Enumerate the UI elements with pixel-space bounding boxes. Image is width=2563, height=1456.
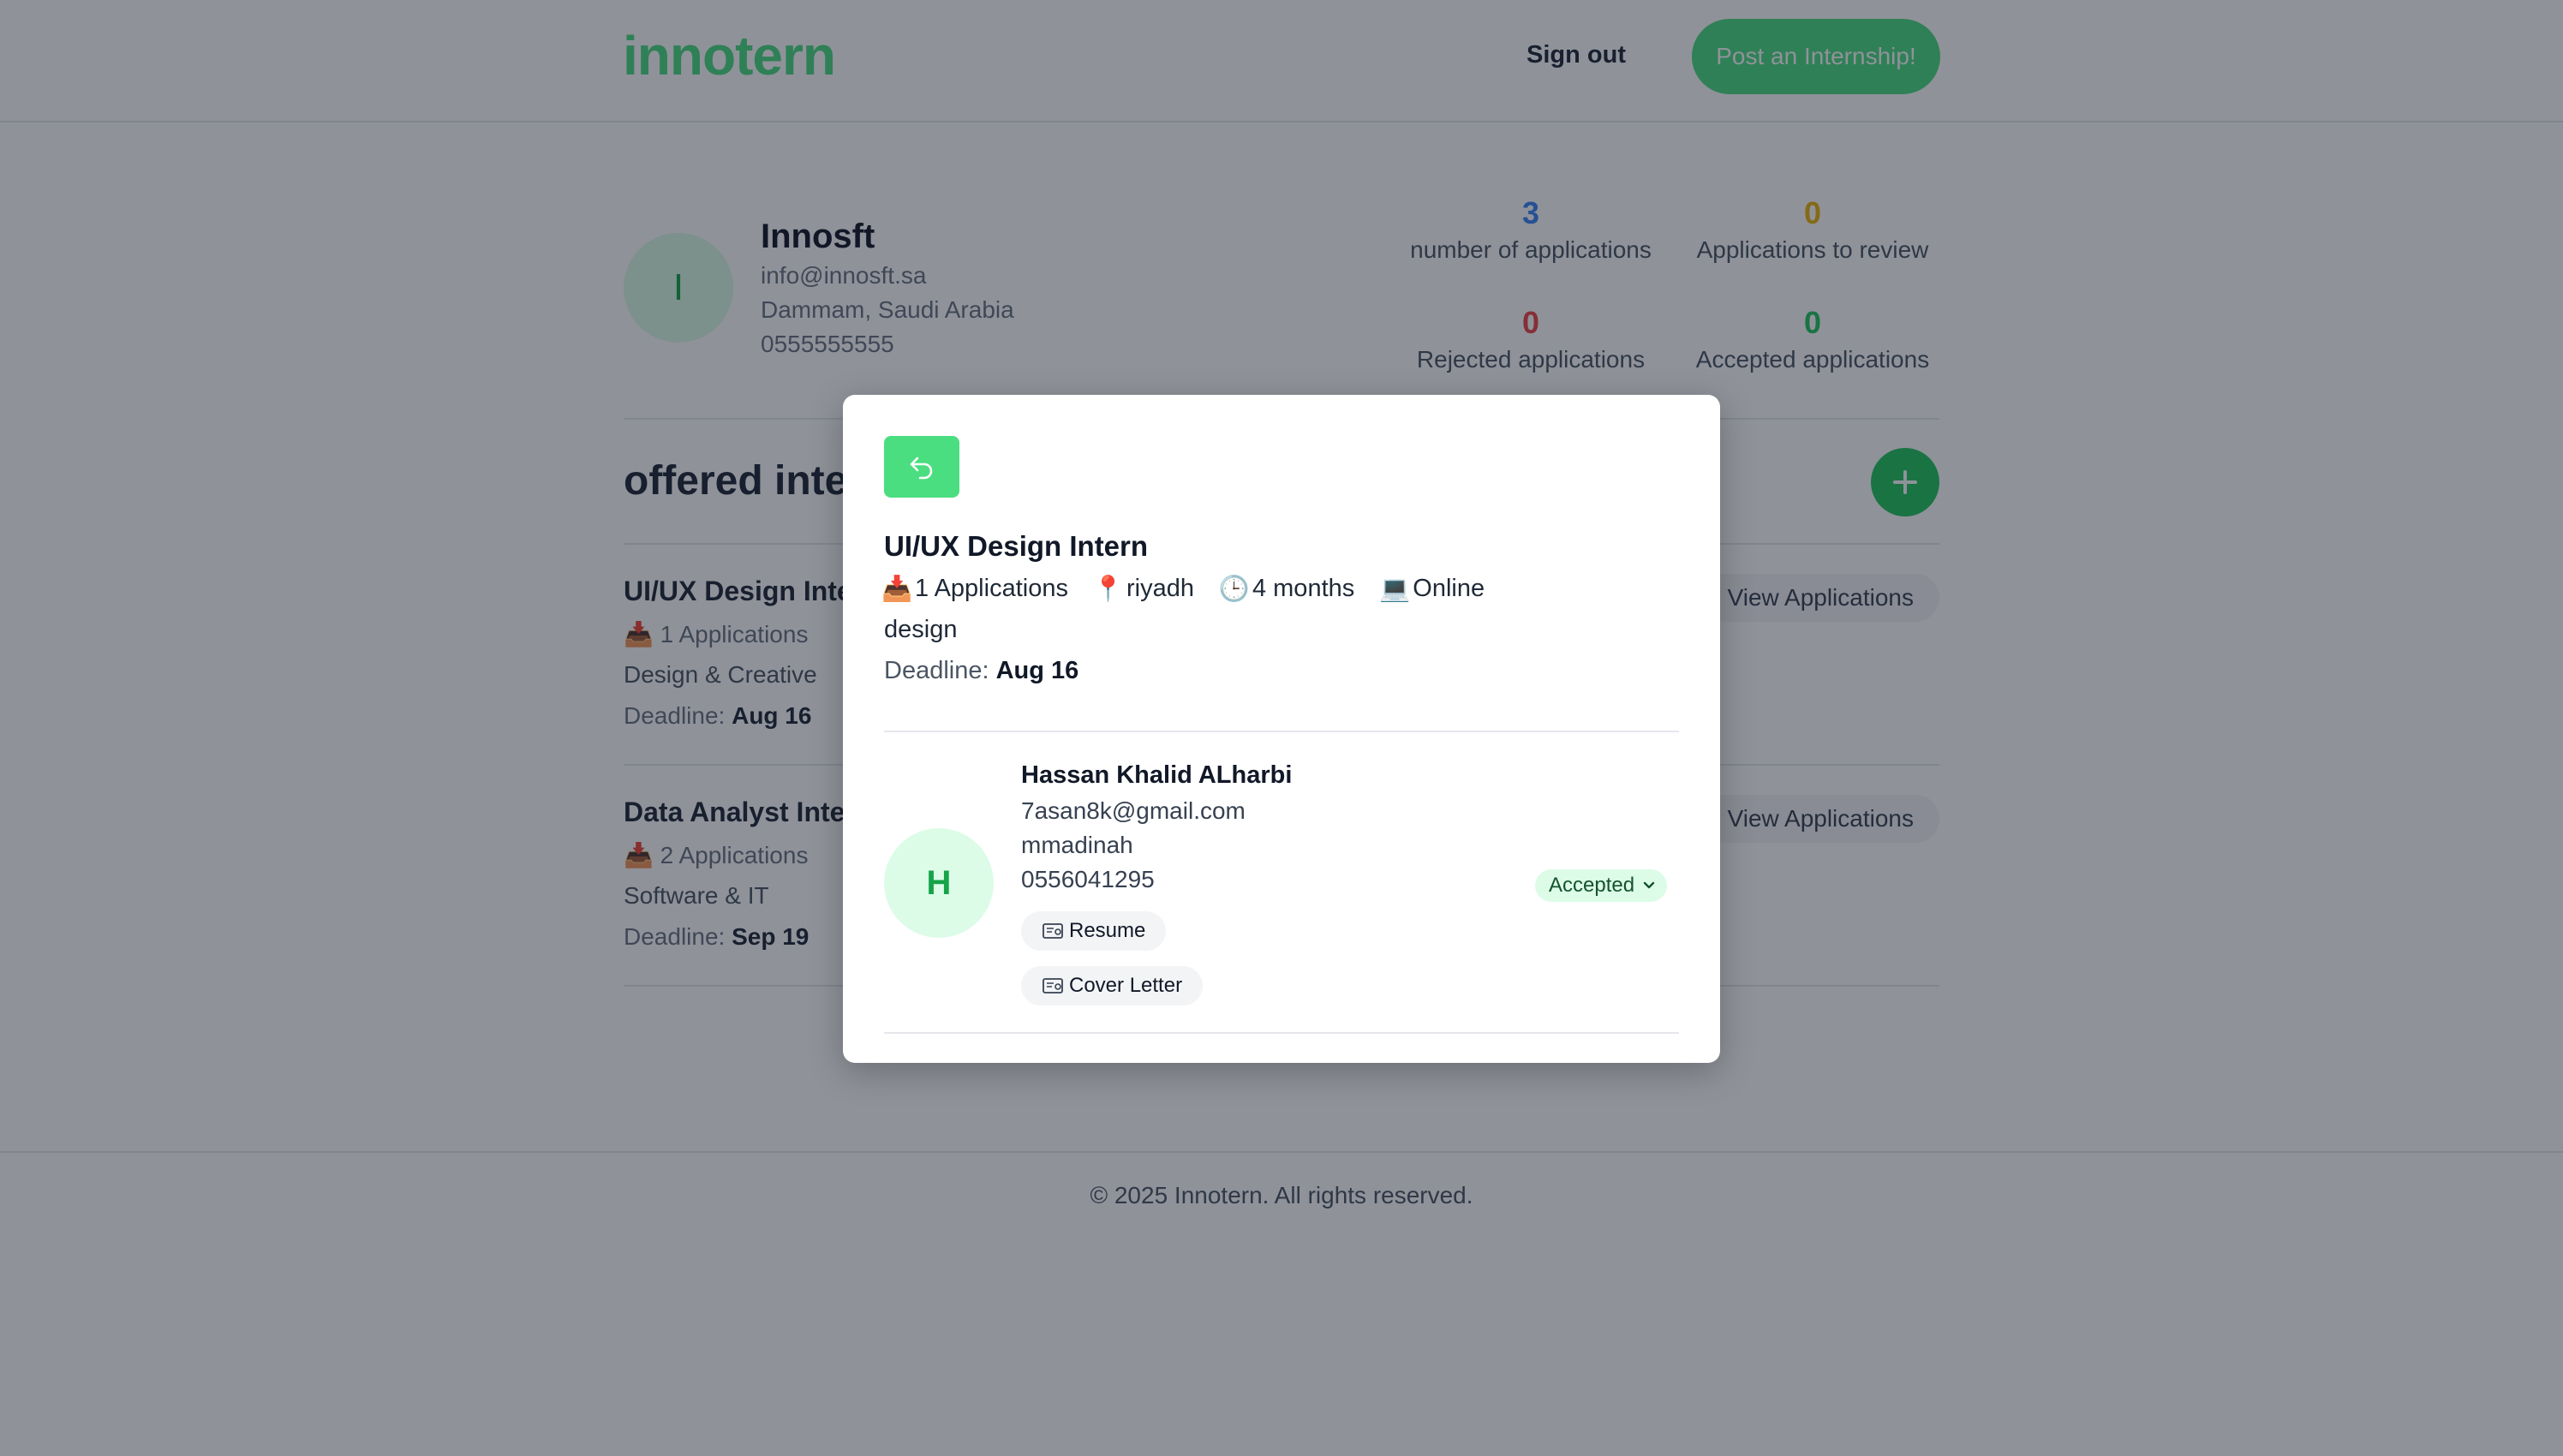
meta-location-text: riyadh (1126, 575, 1194, 602)
chevron-down-icon (1643, 881, 1655, 889)
meta-duration: 🕒 4 months (1218, 575, 1355, 603)
laptop-icon: 💻 (1379, 575, 1411, 603)
resume-button[interactable]: Resume (1021, 911, 1167, 951)
inbox-icon: 📥 (881, 575, 913, 603)
applicant-city: mmadinah (1021, 832, 1133, 858)
modal-deadline: Deadline: Aug 16 (884, 657, 1078, 685)
clock-icon: 🕒 (1218, 575, 1251, 603)
deadline-value: Aug 16 (995, 657, 1079, 684)
applicant-avatar: H (884, 828, 994, 938)
modal-divider (884, 1032, 1679, 1034)
cover-letter-button[interactable]: Cover Letter (1021, 966, 1204, 1005)
applicant-name: Hassan Khalid ALharbi (1021, 761, 1293, 789)
internship-meta: 📥 1 Applications 📍 riyadh 🕒 4 months 💻 O… (881, 575, 1512, 603)
applications-modal: UI/UX Design Intern 📥 1 Applications 📍 r… (843, 395, 1720, 1063)
modal-title: UI/UX Design Intern (884, 530, 1149, 562)
document-icon (1043, 923, 1063, 939)
meta-applications: 📥 1 Applications (881, 575, 1068, 603)
meta-duration-text: 4 months (1252, 575, 1355, 602)
status-select[interactable]: Accepted (1535, 869, 1668, 902)
app-root: innotern Sign out Post an Internship! I … (0, 0, 2563, 1456)
back-button[interactable] (884, 436, 959, 498)
status-value: Accepted (1549, 874, 1635, 897)
meta-applications-text: 1 Applications (915, 575, 1068, 602)
meta-mode: 💻 Online (1379, 575, 1485, 603)
back-arrow-icon (910, 456, 933, 480)
modal-category: design (884, 616, 958, 643)
cover-letter-label: Cover Letter (1069, 974, 1183, 997)
resume-label: Resume (1069, 919, 1146, 942)
meta-location: 📍 riyadh (1092, 575, 1194, 603)
deadline-label: Deadline: (884, 657, 989, 684)
modal-divider (884, 731, 1679, 732)
pin-icon: 📍 (1092, 575, 1125, 603)
applicant-email: 7asan8k@gmail.com (1021, 797, 1246, 824)
applicant-phone: 0556041295 (1021, 866, 1155, 892)
document-icon (1043, 978, 1063, 994)
meta-mode-text: Online (1413, 575, 1485, 602)
